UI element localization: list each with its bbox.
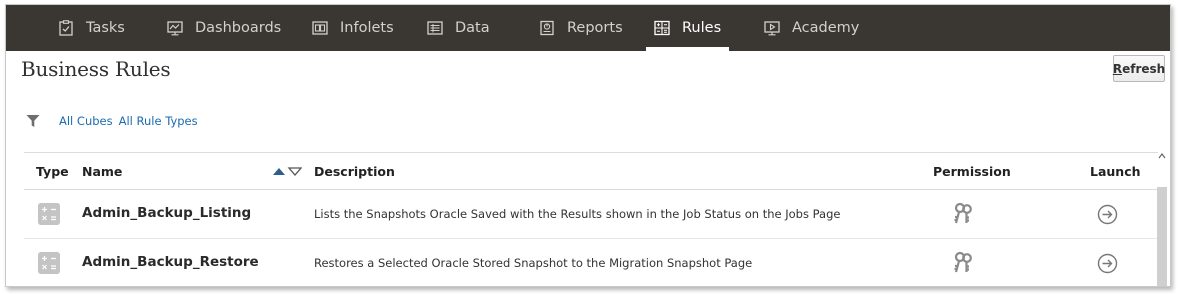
calculator-icon [38, 252, 60, 274]
rule-description: Lists the Snapshots Oracle Saved with th… [314, 207, 841, 221]
nav-tab-label: Dashboards [195, 20, 282, 36]
column-header-permission[interactable]: Permission [933, 164, 1011, 179]
nav-tab-rules[interactable]: Rules [645, 5, 730, 51]
dashboards-icon [167, 21, 183, 36]
column-header-launch[interactable]: Launch [1090, 164, 1141, 179]
reports-icon [540, 20, 554, 36]
keys-icon[interactable] [952, 202, 974, 226]
nav-tab-reports[interactable]: Reports [539, 5, 623, 51]
launch-arrow-icon[interactable] [1097, 253, 1118, 274]
launch-arrow-icon[interactable] [1097, 204, 1118, 225]
rule-name[interactable]: Admin_Backup_Restore [82, 254, 259, 270]
table-scrollbar[interactable] [1154, 152, 1168, 286]
calculator-icon [38, 203, 60, 225]
nav-tab-label: Data [455, 20, 490, 36]
nav-tab-tasks[interactable]: Tasks [58, 5, 125, 51]
column-header-name[interactable]: Name [82, 164, 122, 179]
rule-name[interactable]: Admin_Backup_Listing [82, 205, 251, 221]
table-header: Type Name Description Permission Launch [24, 152, 1158, 190]
page-title: Business Rules [21, 57, 171, 81]
nav-tab-academy[interactable]: Academy [764, 5, 859, 51]
rules-icon [654, 20, 670, 36]
scrollbar-thumb[interactable] [1157, 187, 1167, 286]
column-header-description[interactable]: Description [314, 164, 395, 179]
column-header-type[interactable]: Type [36, 164, 69, 179]
nav-tab-dashboards[interactable]: Dashboards [167, 5, 281, 51]
nav-tab-label: Academy [792, 20, 860, 36]
filter-cubes-link[interactable]: All Cubes [59, 114, 113, 128]
top-navigation: Tasks Dashboards Infolets Data Reports R… [6, 5, 1170, 51]
app-window: Tasks Dashboards Infolets Data Reports R… [5, 4, 1171, 287]
table-row[interactable]: Admin_Backup_Restore Restores a Selected… [24, 239, 1158, 286]
nav-tab-label: Rules [682, 20, 722, 36]
tasks-icon [59, 20, 73, 36]
filter-icon[interactable] [26, 114, 40, 128]
nav-tab-data[interactable]: Data [427, 5, 490, 51]
nav-tab-label: Tasks [86, 20, 125, 36]
sort-toggle-icon[interactable] [272, 165, 302, 177]
academy-icon [764, 21, 780, 36]
keys-icon[interactable] [952, 251, 974, 275]
table-row[interactable]: Admin_Backup_Listing Lists the Snapshots… [24, 190, 1158, 239]
filter-bar: All Cubes All Rule Types [26, 114, 204, 128]
scroll-up-arrow-icon[interactable] [1158, 152, 1166, 160]
nav-tab-label: Reports [567, 20, 623, 36]
infolets-icon [312, 21, 328, 35]
rule-description: Restores a Selected Oracle Stored Snapsh… [314, 256, 753, 270]
nav-tab-infolets[interactable]: Infolets [312, 5, 394, 51]
nav-tab-label: Infolets [340, 20, 394, 36]
refresh-label: efresh [1122, 61, 1166, 76]
refresh-mnemonic: R [1112, 61, 1123, 76]
filter-rule-types-link[interactable]: All Rule Types [119, 114, 198, 128]
refresh-button[interactable]: Refresh [1113, 55, 1165, 82]
data-icon [427, 21, 443, 35]
